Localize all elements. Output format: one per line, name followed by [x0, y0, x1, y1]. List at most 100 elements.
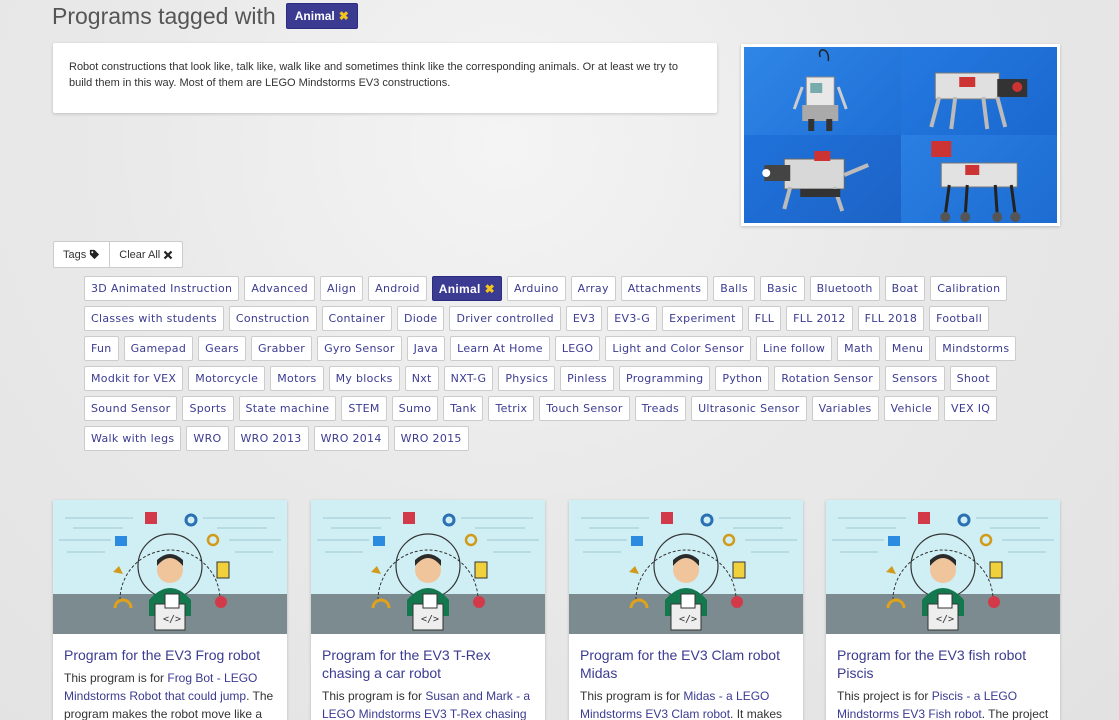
- active-tag-badge[interactable]: Animal ✖: [285, 3, 358, 29]
- tag-chip[interactable]: Modkit for VEX: [84, 366, 184, 391]
- tag-chip[interactable]: Container: [321, 306, 392, 331]
- tag-label: Tetrix: [495, 402, 528, 415]
- tag-label: Container: [328, 312, 385, 325]
- tag-chip[interactable]: Physics: [498, 366, 556, 391]
- program-card[interactable]: </> Program for the EV3 T-Rex chasing a …: [311, 500, 545, 720]
- tag-chip[interactable]: Attachments: [620, 276, 709, 301]
- tag-chip[interactable]: Ultrasonic Sensor: [691, 396, 807, 421]
- tag-chip[interactable]: Mindstorms: [935, 336, 1017, 361]
- svg-text:</>: </>: [163, 614, 181, 625]
- tag-chip[interactable]: Tetrix: [488, 396, 535, 421]
- card-title[interactable]: Program for the EV3 Frog robot: [64, 646, 277, 664]
- tag-chip[interactable]: Nxt: [404, 366, 439, 391]
- tag-chip[interactable]: Variables: [811, 396, 879, 421]
- tag-chip[interactable]: Motorcycle: [188, 366, 266, 391]
- tag-chip[interactable]: Align: [320, 276, 364, 301]
- tag-chip[interactable]: STEM: [341, 396, 387, 421]
- tag-chip[interactable]: Python: [715, 366, 770, 391]
- tag-chip[interactable]: Classes with students: [84, 306, 224, 331]
- tag-chip[interactable]: Gamepad: [123, 336, 194, 361]
- hero-image: [741, 44, 1060, 226]
- tag-chip[interactable]: Arduino: [506, 276, 566, 301]
- tag-label: Basic: [766, 282, 798, 295]
- tag-label: Calibration: [937, 282, 1001, 295]
- tag-chip[interactable]: Sound Sensor: [84, 396, 178, 421]
- tag-chip[interactable]: LEGO: [554, 336, 601, 361]
- program-card[interactable]: </> Program for the EV3 Frog robot This …: [53, 500, 287, 720]
- tag-chip[interactable]: EV3: [565, 306, 603, 331]
- tag-chip[interactable]: Shoot: [949, 366, 997, 391]
- tag-chip[interactable]: Gears: [198, 336, 246, 361]
- tag-label: Android: [375, 282, 420, 295]
- tag-chip[interactable]: Sensors: [885, 366, 945, 391]
- tag-chip[interactable]: Line follow: [756, 336, 833, 361]
- tag-chip-active[interactable]: Animal ✖: [431, 276, 502, 301]
- remove-tag-icon[interactable]: ✖: [339, 9, 349, 23]
- tag-chip[interactable]: Array: [570, 276, 616, 301]
- tag-chip[interactable]: Vehicle: [883, 396, 940, 421]
- tag-chip[interactable]: Driver controlled: [449, 306, 561, 331]
- program-card[interactable]: </> Program for the EV3 fish robot Pisci…: [826, 500, 1060, 720]
- tag-chip[interactable]: Boat: [884, 276, 926, 301]
- tag-chip[interactable]: State machine: [238, 396, 337, 421]
- tag-chip[interactable]: Walk with legs: [84, 426, 182, 451]
- tag-chip[interactable]: Diode: [396, 306, 445, 331]
- tag-chip[interactable]: Math: [837, 336, 880, 361]
- card-title[interactable]: Program for the EV3 Clam robot Midas: [580, 646, 793, 682]
- tag-chip[interactable]: WRO 2014: [313, 426, 389, 451]
- tag-chip[interactable]: Basic: [759, 276, 805, 301]
- tag-chip[interactable]: 3D Animated Instruction: [84, 276, 240, 301]
- tag-chip[interactable]: Menu: [884, 336, 931, 361]
- tag-chip[interactable]: Sumo: [391, 396, 439, 421]
- tag-chip[interactable]: Bluetooth: [809, 276, 880, 301]
- tag-chip[interactable]: Light and Color Sensor: [605, 336, 751, 361]
- tag-chip[interactable]: Balls: [713, 276, 755, 301]
- tag-label: Gyro Sensor: [324, 342, 395, 355]
- tag-chip[interactable]: My blocks: [328, 366, 400, 391]
- program-card[interactable]: </> Program for the EV3 Clam robot Midas…: [569, 500, 803, 720]
- card-title[interactable]: Program for the EV3 fish robot Piscis: [837, 646, 1050, 682]
- active-tag-label: Animal: [294, 9, 335, 23]
- tag-chip[interactable]: WRO: [186, 426, 229, 451]
- tag-chip[interactable]: Tank: [443, 396, 484, 421]
- tag-label: Sound Sensor: [91, 402, 171, 415]
- tag-chip[interactable]: Learn At Home: [450, 336, 550, 361]
- tag-chip[interactable]: Advanced: [244, 276, 316, 301]
- tag-chip[interactable]: FLL: [747, 306, 782, 331]
- tag-label: Align: [327, 282, 357, 295]
- tag-chip[interactable]: Motors: [270, 366, 324, 391]
- clear-all-button[interactable]: Clear All: [109, 242, 182, 267]
- tag-chip[interactable]: EV3-G: [607, 306, 658, 331]
- tag-chip[interactable]: Touch Sensor: [539, 396, 630, 421]
- tag-chip[interactable]: Android: [368, 276, 427, 301]
- tag-chip[interactable]: FLL 2018: [857, 306, 925, 331]
- tag-chip[interactable]: NXT-G: [443, 366, 494, 391]
- tag-chip[interactable]: Rotation Sensor: [774, 366, 881, 391]
- tag-chip[interactable]: Fun: [84, 336, 119, 361]
- tag-chip[interactable]: Sports: [182, 396, 234, 421]
- tag-chip[interactable]: WRO 2013: [233, 426, 309, 451]
- tag-label: WRO 2014: [320, 432, 382, 445]
- tag-label: Pinless: [567, 372, 607, 385]
- tag-chip[interactable]: Java: [406, 336, 446, 361]
- remove-tag-icon[interactable]: ✖: [485, 282, 495, 296]
- tags-toggle-button[interactable]: Tags: [54, 242, 109, 267]
- card-title[interactable]: Program for the EV3 T-Rex chasing a car …: [322, 646, 535, 682]
- tag-chip[interactable]: Gyro Sensor: [317, 336, 402, 361]
- tag-chip[interactable]: Pinless: [560, 366, 614, 391]
- tag-chip[interactable]: Grabber: [250, 336, 313, 361]
- tag-chip[interactable]: WRO 2015: [393, 426, 469, 451]
- tag-chip[interactable]: FLL 2012: [786, 306, 853, 331]
- tag-chip[interactable]: Experiment: [662, 306, 743, 331]
- tag-label: Physics: [505, 372, 549, 385]
- tag-chip[interactable]: VEX IQ: [944, 396, 998, 421]
- tag-chip[interactable]: Programming: [618, 366, 711, 391]
- tag-chip[interactable]: Football: [929, 306, 990, 331]
- tag-chip[interactable]: Calibration: [930, 276, 1008, 301]
- robot-photo: [744, 47, 901, 135]
- card-text: This program is for Midas - a LEGO Minds…: [580, 689, 783, 720]
- tag-chip[interactable]: Construction: [228, 306, 317, 331]
- tag-chip[interactable]: Treads: [634, 396, 687, 421]
- tag-label: Animal: [438, 281, 481, 296]
- card-text: This program is for Susan and Mark - a L…: [322, 687, 535, 720]
